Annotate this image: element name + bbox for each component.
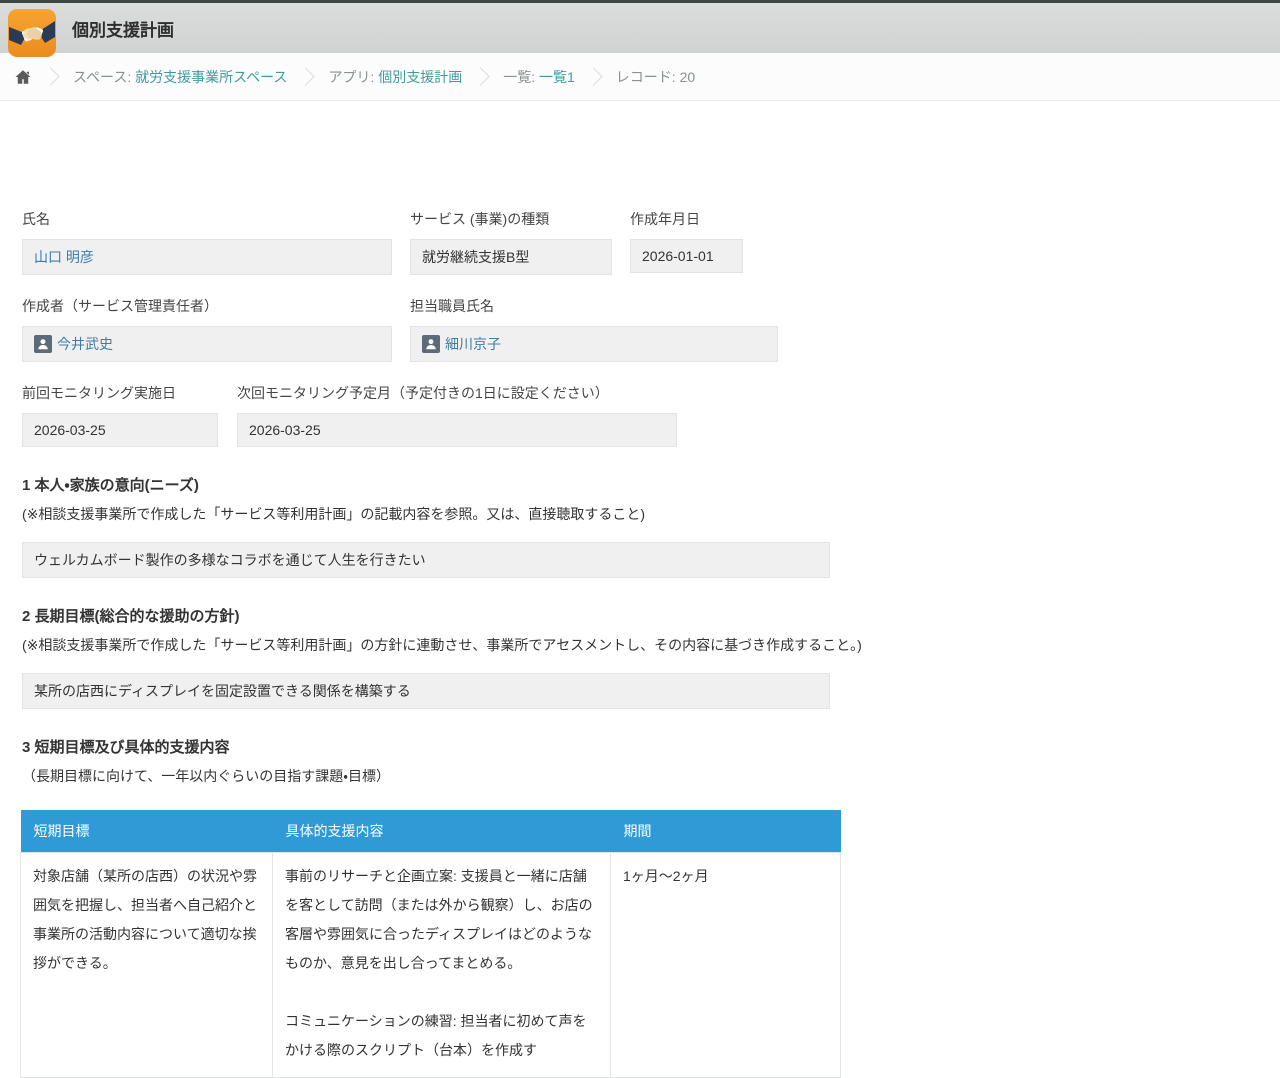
breadcrumb-view: 一覧: 一覧1 (503, 67, 575, 87)
field-prev-monitoring-label: 前回モニタリング実施日 (22, 383, 218, 403)
breadcrumb-app-link[interactable]: 個別支援計画 (378, 69, 462, 85)
field-staff-box: 細川京子 (410, 326, 778, 362)
user-icon (422, 335, 440, 353)
chevron-right-icon (472, 67, 490, 85)
breadcrumb: スペース: 就労支援事業所スペース アプリ: 個別支援計画 一覧: 一覧1 レコ… (0, 53, 1280, 101)
field-author-box: 今井武史 (22, 326, 392, 362)
app-header: 個別支援計画 (0, 3, 1280, 53)
table-header-row: 短期目標 具体的支援内容 期間 (21, 810, 841, 853)
breadcrumb-view-link[interactable]: 一覧1 (539, 69, 575, 85)
field-service-type-box: 就労継続支援B型 (410, 239, 612, 275)
field-row: 作成者（サービス管理責任者） 今井武史 担当職員氏名 細川京子 (22, 296, 1280, 362)
breadcrumb-app: アプリ: 個別支援計画 (328, 67, 462, 87)
handshake-app-icon[interactable] (8, 9, 56, 57)
field-author-label: 作成者（サービス管理責任者） (22, 296, 392, 316)
field-staff-value[interactable]: 細川京子 (445, 334, 501, 354)
field-created-date-label: 作成年月日 (630, 209, 743, 229)
breadcrumb-record-label: レコード: 20 (616, 67, 695, 87)
home-icon[interactable] (14, 68, 32, 86)
field-prev-monitoring: 前回モニタリング実施日 2026-03-25 (22, 383, 218, 447)
field-next-monitoring-box: 2026-03-25 (237, 413, 677, 447)
user-icon (34, 335, 52, 353)
field-next-monitoring: 次回モニタリング予定月（予定付きの1日に設定ください） 2026-03-25 (237, 383, 677, 447)
field-service-type-label: サービス (事業)の種類 (410, 209, 612, 229)
field-prev-monitoring-box: 2026-03-25 (22, 413, 218, 447)
section-needs-value: ウェルカムボード製作の多様なコラボを通じて人生を行きたい (22, 542, 830, 578)
field-next-monitoring-value: 2026-03-25 (249, 422, 321, 438)
field-name-value[interactable]: 山口 明彦 (34, 247, 94, 267)
field-staff-label: 担当職員氏名 (410, 296, 778, 316)
section-short-term-goal-heading: 3 短期目標及び具体的支援内容 (22, 736, 1280, 757)
section-needs-note: (※相談支援事業所で作成した「サービス等利用計画」の記載内容を参照。又は、直接聴… (22, 504, 1280, 524)
field-next-monitoring-label: 次回モニタリング予定月（予定付きの1日に設定ください） (237, 383, 677, 403)
cell-period: 1ヶ月～2ヶ月 (611, 853, 841, 1078)
record-detail: 氏名 山口 明彦 サービス (事業)の種類 就労継続支援B型 作成年月日 202… (0, 101, 1280, 1078)
section-long-term-goal-note: (※相談支援事業所で作成した「サービス等利用計画」の方針に連動させ、事業所でアセ… (22, 635, 1280, 655)
col-header-period: 期間 (611, 810, 841, 853)
section-long-term-goal-value: 某所の店西にディスプレイを固定設置できる関係を構築する (22, 673, 830, 709)
field-prev-monitoring-value: 2026-03-25 (34, 422, 106, 438)
section-needs-heading: 1 本人・家族の意向(ニーズ) (22, 474, 1280, 495)
field-name: 氏名 山口 明彦 (22, 209, 392, 275)
app-title: 個別支援計画 (72, 16, 174, 41)
section-short-term-goal-note: （長期目標に向けて、一年以内ぐらいの目指す課題・目標） (22, 766, 1280, 786)
col-header-support-content: 具体的支援内容 (273, 810, 611, 853)
table-row: 対象店舗（某所の店西）の状況や雰囲気を把握し、担当者へ自己紹介と事業所の活動内容… (21, 853, 841, 1078)
chevron-right-icon (41, 67, 59, 85)
support-plan-table: 短期目標 具体的支援内容 期間 対象店舗（某所の店西）の状況や雰囲気を把握し、担… (20, 810, 841, 1078)
col-header-short-term-goal: 短期目標 (21, 810, 273, 853)
section-long-term-goal: 2 長期目標(総合的な援助の方針) (※相談支援事業所で作成した「サービス等利用… (22, 605, 1280, 709)
field-created-date-box: 2026-01-01 (630, 239, 743, 273)
field-name-box: 山口 明彦 (22, 239, 392, 275)
field-service-type: サービス (事業)の種類 就労継続支援B型 (410, 209, 612, 275)
breadcrumb-space-prefix: スペース: (73, 69, 135, 85)
field-name-label: 氏名 (22, 209, 392, 229)
breadcrumb-space: スペース: 就労支援事業所スペース (73, 67, 287, 87)
field-row: 氏名 山口 明彦 サービス (事業)の種類 就労継続支援B型 作成年月日 202… (22, 209, 1280, 275)
section-short-term-goal: 3 短期目標及び具体的支援内容 （長期目標に向けて、一年以内ぐらいの目指す課題・… (22, 736, 1280, 1078)
field-service-type-value: 就労継続支援B型 (422, 247, 529, 267)
section-needs: 1 本人・家族の意向(ニーズ) (※相談支援事業所で作成した「サービス等利用計画… (22, 474, 1280, 578)
field-row: 前回モニタリング実施日 2026-03-25 次回モニタリング予定月（予定付きの… (22, 383, 1280, 447)
breadcrumb-space-link[interactable]: 就労支援事業所スペース (135, 69, 287, 85)
breadcrumb-app-prefix: アプリ: (328, 69, 378, 85)
section-long-term-goal-heading: 2 長期目標(総合的な援助の方針) (22, 605, 1280, 626)
field-created-date-value: 2026-01-01 (642, 248, 714, 264)
field-created-date: 作成年月日 2026-01-01 (630, 209, 743, 275)
cell-support-content: 事前のリサーチと企画立案: 支援員と一緒に店舗を客として訪問（または外から観察）… (273, 853, 611, 1078)
chevron-right-icon (297, 67, 315, 85)
field-author-value[interactable]: 今井武史 (57, 334, 113, 354)
breadcrumb-view-prefix: 一覧: (503, 69, 539, 85)
field-author: 作成者（サービス管理責任者） 今井武史 (22, 296, 392, 362)
cell-short-term-goal: 対象店舗（某所の店西）の状況や雰囲気を把握し、担当者へ自己紹介と事業所の活動内容… (21, 853, 273, 1078)
field-staff: 担当職員氏名 細川京子 (410, 296, 778, 362)
chevron-right-icon (584, 67, 602, 85)
